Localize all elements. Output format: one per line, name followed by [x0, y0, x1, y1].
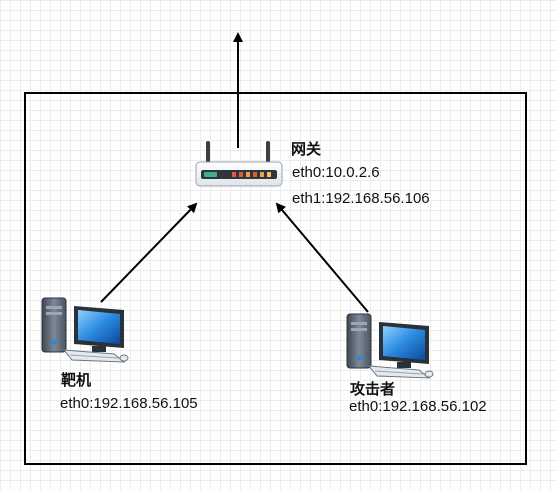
attacker-to-gateway-arrow: [275, 202, 369, 313]
attacker-title: 攻击者: [350, 381, 396, 398]
attacker-eth0-address: eth0:192.168.56.102: [349, 398, 487, 415]
gateway-eth0-address: eth0:10.0.2.6: [292, 164, 380, 181]
desktop-computer-icon: [346, 313, 434, 379]
network-diagram: [24, 32, 527, 465]
target-to-gateway-arrow: [100, 202, 198, 303]
desktop-computer-icon: [41, 297, 129, 363]
target-eth0-address: eth0:192.168.56.105: [60, 395, 198, 412]
target-title: 靶机: [61, 372, 92, 389]
gateway-eth1-address: eth1:192.168.56.106: [292, 190, 430, 207]
gateway-title: 网关: [291, 141, 322, 158]
